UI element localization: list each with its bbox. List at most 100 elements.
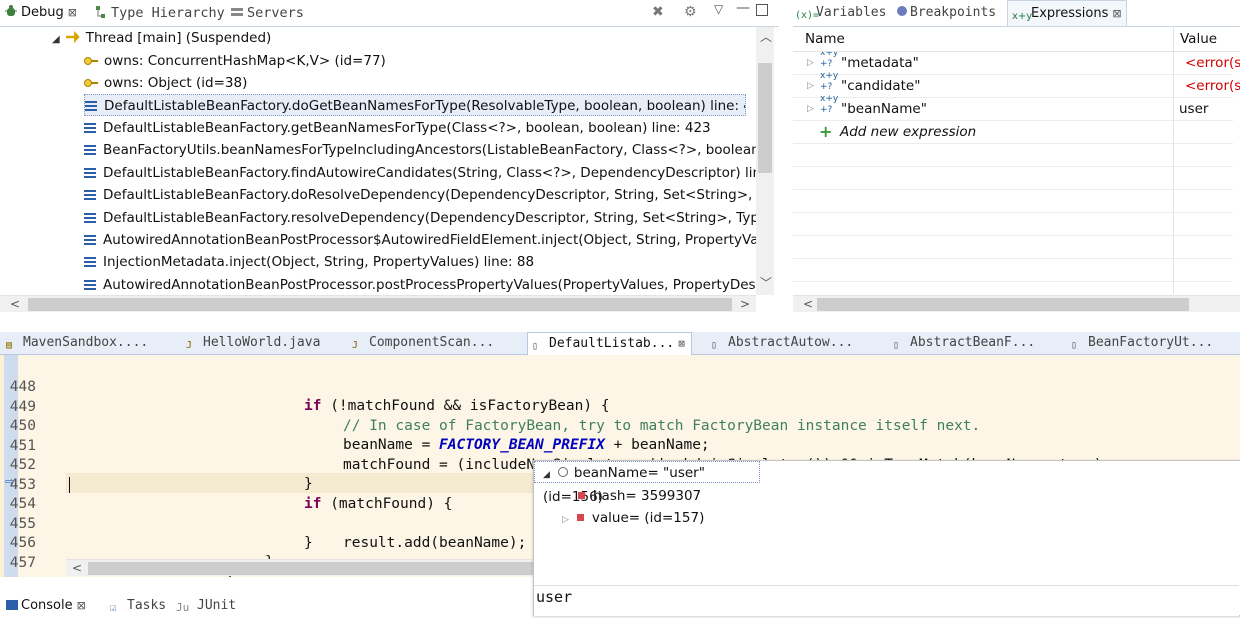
scroll-right-icon[interactable]: >: [740, 296, 750, 312]
expression-row[interactable]: ▷ x+y+? "candidate" <error(s): [793, 71, 1240, 98]
tasks-icon: ☑: [110, 601, 117, 614]
remove-terminated-icon[interactable]: ✖: [652, 4, 664, 20]
java-file-icon: ▤: [6, 340, 13, 351]
add-expression-row[interactable]: + Add new expression: [793, 121, 1233, 144]
column-header-value[interactable]: Value: [1180, 27, 1217, 51]
scroll-thumb[interactable]: [758, 63, 772, 173]
thread-label: Thread [main] (Suspended): [85, 30, 272, 46]
scroll-thumb[interactable]: [817, 298, 1189, 311]
tab-expressions[interactable]: x+yExpressions ⊠: [1007, 0, 1127, 26]
tree-row-label: owns: Object (id=38): [104, 75, 248, 91]
editor-tab[interactable]: J ComponentScan...: [352, 332, 494, 354]
expression-row[interactable]: ▷ x+y +? "beanName" user: [793, 94, 1233, 121]
tab-breakpoints-label: Breakpoints: [910, 5, 997, 20]
horizontal-divider[interactable]: [0, 322, 1240, 332]
expression-row[interactable]: ▷ x+y+? "metadata" <error(s): [793, 52, 1240, 75]
editor-tab-label: HelloWorld.java: [203, 335, 321, 350]
tab-console[interactable]: Console ⊠: [6, 596, 86, 614]
editor-tab[interactable]: ▯ AbstractBeanF...: [893, 332, 1035, 354]
scroll-down-icon[interactable]: ﹀: [760, 275, 772, 291]
debug-actions-icon[interactable]: ⚙: [684, 4, 697, 20]
pane-divider[interactable]: [781, 0, 793, 322]
editor-hscrollbar[interactable]: <: [66, 559, 536, 576]
close-icon[interactable]: ⊠: [678, 337, 685, 350]
collapsed-icon[interactable]: ▷: [562, 515, 569, 525]
tab-type-hierarchy[interactable]: Type Hierarchy: [94, 0, 225, 26]
inspect-detail-text: user: [536, 588, 573, 606]
tab-breakpoints[interactable]: Breakpoints: [897, 0, 996, 26]
expressions-hscrollbar[interactable]: <: [793, 295, 1240, 312]
editor-tab-label: AbstractAutow...: [728, 335, 854, 350]
editor-tab[interactable]: ▤ MavenSandbox....: [6, 332, 148, 354]
close-icon[interactable]: ⊠: [1112, 7, 1121, 20]
stack-frame-icon: [84, 190, 96, 200]
collapsed-icon[interactable]: ▷: [807, 52, 814, 74]
tab-type-hierarchy-label: Type Hierarchy: [111, 5, 225, 21]
tab-variables[interactable]: (x)=Variables: [795, 0, 886, 26]
expressions-view: (x)=Variables Breakpoints x+yExpressions…: [793, 0, 1240, 322]
editor-tab[interactable]: ▯ BeanFactoryUt...: [1071, 332, 1213, 354]
editor-tab-label: MavenSandbox....: [23, 335, 149, 350]
watch-expression-icon: x+y +?: [820, 94, 839, 115]
tab-servers[interactable]: Servers: [230, 0, 304, 26]
stack-frame-icon: [84, 280, 96, 290]
stack-frame[interactable]: AutowiredAnnotationBeanPostProcessor.pos…: [84, 274, 756, 295]
close-icon[interactable]: ⊠: [77, 599, 86, 612]
stack-frame-selected[interactable]: DefaultListableBeanFactory.doGetBeanName…: [84, 94, 746, 116]
stack-frame-icon: [84, 123, 96, 133]
thread-row[interactable]: ◢ Thread [main] (Suspended): [52, 27, 271, 49]
stack-frame[interactable]: DefaultListableBeanFactory.findAutowireC…: [84, 162, 756, 184]
stack-frame[interactable]: DefaultListableBeanFactory.getBeanNamesF…: [84, 117, 711, 139]
tree-row-label: DefaultListableBeanFactory.getBeanNamesF…: [103, 120, 711, 136]
stack-frame[interactable]: DefaultListableBeanFactory.doResolveDepe…: [84, 184, 756, 206]
scroll-left-icon[interactable]: <: [803, 296, 813, 312]
debug-vscrollbar[interactable]: ︿ ﹀: [756, 27, 774, 295]
empty-row: [793, 144, 1233, 167]
scroll-thumb[interactable]: [28, 298, 732, 311]
scroll-thumb[interactable]: [88, 562, 536, 575]
expression-icon: x+y: [1012, 11, 1033, 22]
tab-debug[interactable]: Debug ⊠: [4, 0, 77, 26]
stack-frame-icon: [84, 145, 96, 155]
stack-frame[interactable]: InjectionMetadata.inject(Object, String,…: [84, 251, 756, 273]
watch-expression-icon: x+y +?: [820, 52, 839, 69]
editor-tab-active[interactable]: ▯ DefaultListab... ⊠: [527, 332, 692, 355]
tab-junit[interactable]: Ju JUnit: [176, 596, 236, 614]
code-line: 448 if (!matchFound && isFactoryBean) {: [0, 358, 1240, 415]
editor-tab[interactable]: J HelloWorld.java: [186, 332, 320, 354]
view-menu-icon[interactable]: ▽: [714, 2, 723, 16]
expanded-icon[interactable]: ◢: [52, 34, 60, 45]
maximize-icon[interactable]: [756, 4, 768, 16]
collapsed-icon[interactable]: ▷: [807, 75, 814, 97]
inspect-popup[interactable]: ◢ beanName= "user" (id=156) hash= 3599307…: [533, 460, 1240, 616]
add-icon: +: [819, 122, 833, 141]
tree-row-label: BeanFactoryUtils.beanNamesForTypeIncludi…: [103, 142, 756, 158]
scroll-left-icon[interactable]: <: [72, 560, 82, 576]
tab-debug-label: Debug: [21, 5, 64, 20]
inspect-child-row[interactable]: ▷ value= (id=157): [562, 507, 704, 529]
inspect-child-row[interactable]: hash= 3599307: [578, 485, 701, 507]
column-header-name[interactable]: Name: [805, 27, 845, 51]
tree-row[interactable]: owns: ConcurrentHashMap<K,V> (id=77): [84, 50, 386, 72]
tree-row[interactable]: owns: Object (id=38): [84, 72, 247, 94]
expanded-icon[interactable]: ◢: [543, 470, 550, 480]
stack-frame[interactable]: AutowiredAnnotationBeanPostProcessor$Aut…: [84, 229, 756, 251]
editor-tab[interactable]: ▯ AbstractAutow...: [711, 332, 853, 354]
collapsed-icon[interactable]: ▷: [807, 98, 814, 120]
stack-frame[interactable]: BeanFactoryUtils.beanNamesForTypeIncludi…: [84, 139, 756, 161]
debug-hscrollbar[interactable]: < >: [0, 295, 756, 312]
add-expression-label: Add new expression: [840, 124, 977, 140]
partial-line: [0, 554, 60, 564]
close-icon[interactable]: ⊠: [68, 6, 77, 19]
inspect-detail-pane[interactable]: user: [534, 585, 1239, 616]
minimize-icon[interactable]: —: [736, 0, 750, 16]
inspect-root-row[interactable]: ◢ beanName= "user" (id=156): [534, 461, 760, 505]
tab-tasks[interactable]: ☑ Tasks: [110, 596, 166, 614]
text-cursor: [69, 477, 70, 493]
expressions-table: ▷ x+y+? "metadata" <error(s) ▷ x+y+? "ca…: [793, 52, 1240, 295]
scroll-left-icon[interactable]: <: [10, 296, 20, 312]
inspect-tree: ◢ beanName= "user" (id=156) hash= 3599307…: [534, 461, 1239, 581]
class-file-icon: ▯: [532, 341, 539, 352]
scroll-up-icon[interactable]: ︿: [760, 29, 772, 45]
stack-frame[interactable]: DefaultListableBeanFactory.resolveDepend…: [84, 207, 756, 229]
